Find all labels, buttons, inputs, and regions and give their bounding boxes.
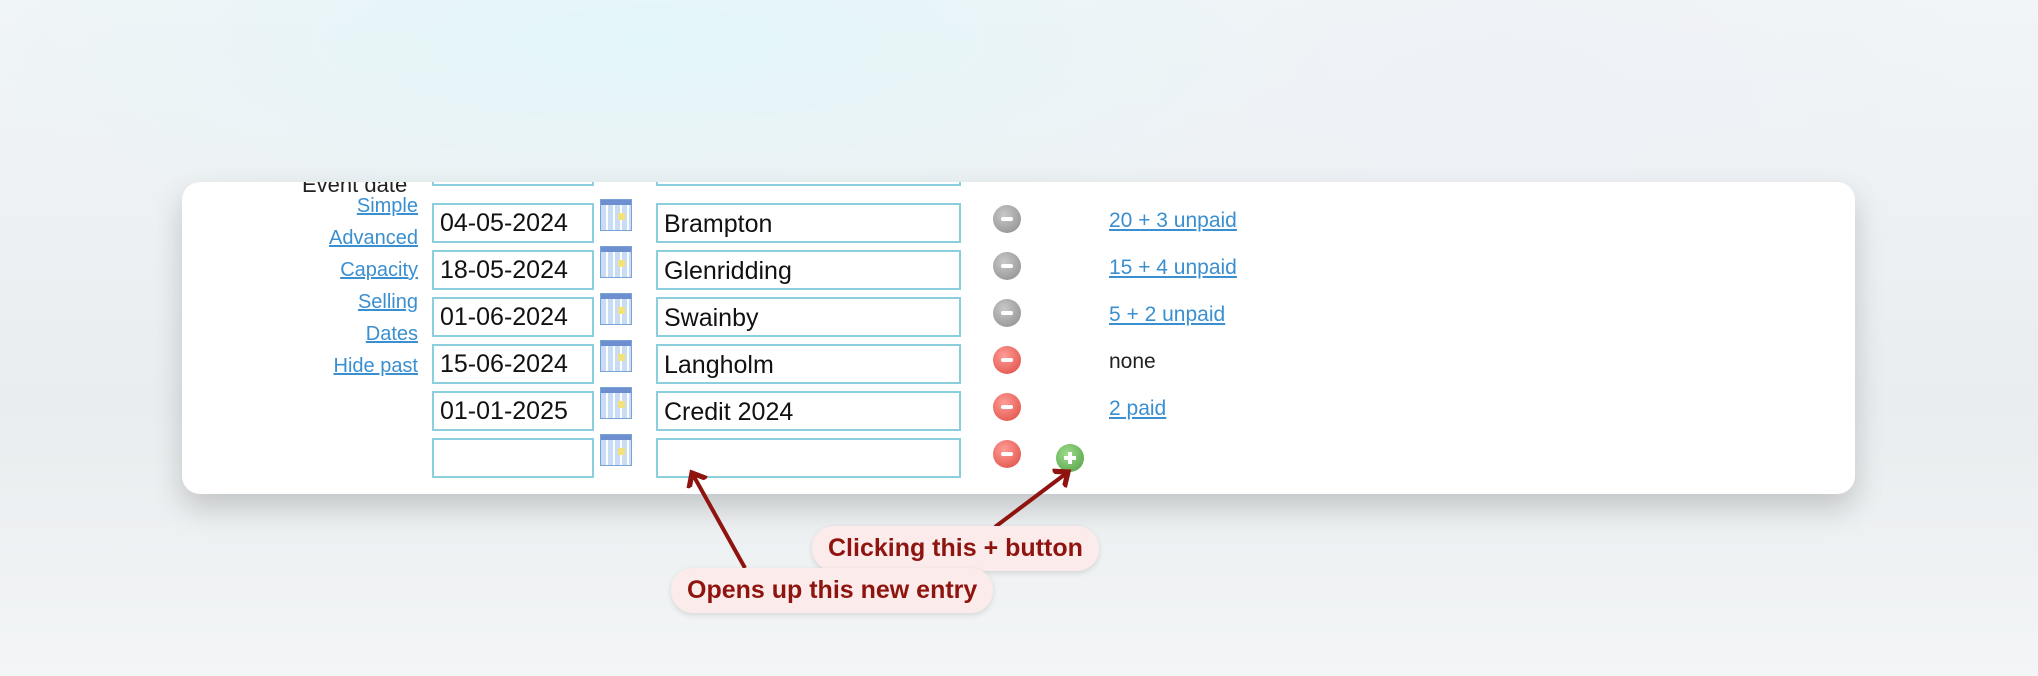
event-row: Credit 2024 2 paid: [182, 387, 1855, 431]
date-input[interactable]: [432, 391, 594, 431]
name-input-partial[interactable]: [656, 182, 961, 186]
callout-new-entry: Opens up this new entry: [671, 568, 994, 613]
remove-button[interactable]: [993, 252, 1021, 280]
remove-button[interactable]: [993, 205, 1021, 233]
minus-icon: [1001, 311, 1013, 315]
event-name-input[interactable]: [656, 438, 961, 478]
calendar-icon[interactable]: [600, 387, 632, 419]
event-name-input[interactable]: Brampton: [656, 203, 961, 243]
date-input-partial[interactable]: [432, 182, 594, 186]
event-row: Langholm none: [182, 340, 1855, 384]
bookings-link[interactable]: 15 + 4 unpaid: [1109, 256, 1237, 280]
date-input[interactable]: [432, 203, 594, 243]
event-name-input[interactable]: Credit 2024: [656, 391, 961, 431]
calendar-icon[interactable]: [600, 434, 632, 466]
date-input[interactable]: [432, 250, 594, 290]
event-row: Swainby 5 + 2 unpaid: [182, 293, 1855, 337]
minus-icon: [1001, 264, 1013, 268]
calendar-icon[interactable]: [600, 340, 632, 372]
minus-icon: [1001, 405, 1013, 409]
event-row: Brampton 20 + 3 unpaid: [182, 199, 1855, 243]
event-row: [182, 434, 1855, 478]
remove-button[interactable]: [993, 346, 1021, 374]
event-name-input[interactable]: Glenridding: [656, 250, 961, 290]
calendar-icon[interactable]: [600, 246, 632, 278]
remove-button[interactable]: [993, 440, 1021, 468]
date-input[interactable]: [432, 438, 594, 478]
event-dates-panel: Event date Simple Advanced Capacity Selling…: [182, 182, 1855, 494]
event-name-input[interactable]: Langholm: [656, 344, 961, 384]
bookings-link[interactable]: 20 + 3 unpaid: [1109, 209, 1237, 233]
add-entry-button[interactable]: [1056, 444, 1084, 472]
calendar-icon[interactable]: [600, 293, 632, 325]
minus-icon: [1001, 358, 1013, 362]
calendar-icon[interactable]: [600, 199, 632, 231]
date-input[interactable]: [432, 344, 594, 384]
bookings-link[interactable]: 5 + 2 unpaid: [1109, 303, 1225, 327]
minus-icon: [1001, 452, 1013, 456]
event-row: Glenridding 15 + 4 unpaid: [182, 246, 1855, 290]
remove-button[interactable]: [993, 299, 1021, 327]
date-input[interactable]: [432, 297, 594, 337]
callout-plus-button: Clicking this + button: [812, 526, 1099, 571]
bookings-status: none: [1109, 350, 1156, 373]
plus-icon: [1064, 452, 1076, 464]
event-name-input[interactable]: Swainby: [656, 297, 961, 337]
bookings-link[interactable]: 2 paid: [1109, 397, 1166, 421]
minus-icon: [1001, 217, 1013, 221]
remove-button[interactable]: [993, 393, 1021, 421]
